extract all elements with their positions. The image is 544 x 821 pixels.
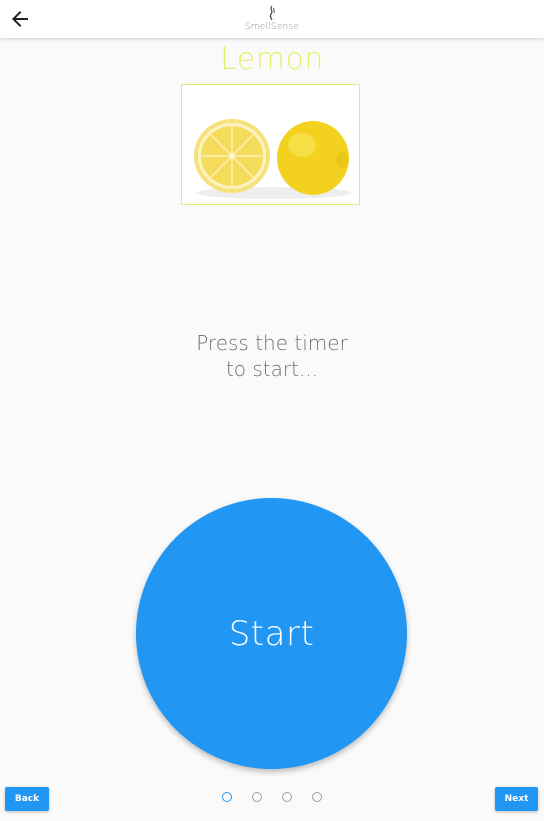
fruit-image [181, 84, 360, 205]
instruction-line-1: Press the timer [196, 331, 348, 355]
smell-wisp-icon [269, 5, 275, 21]
instruction-line-2: to start... [225, 357, 319, 381]
page-dot-4[interactable] [312, 792, 322, 802]
instruction-text: Press the timer to start... [0, 330, 544, 382]
next-button[interactable]: Next [495, 787, 538, 811]
start-label: Start [228, 613, 315, 654]
page-dot-3[interactable] [282, 792, 292, 802]
start-timer-button[interactable]: Start [136, 498, 407, 769]
fruit-name: Lemon [220, 42, 324, 77]
lemon-photo [182, 85, 359, 204]
page-dot-1[interactable] [222, 792, 232, 802]
back-button[interactable]: Back [5, 787, 49, 811]
app-title: SmellSense [244, 22, 300, 32]
page-dot-2[interactable] [252, 792, 262, 802]
page-indicator [222, 792, 326, 803]
app-bar: SmellSense [0, 0, 544, 38]
